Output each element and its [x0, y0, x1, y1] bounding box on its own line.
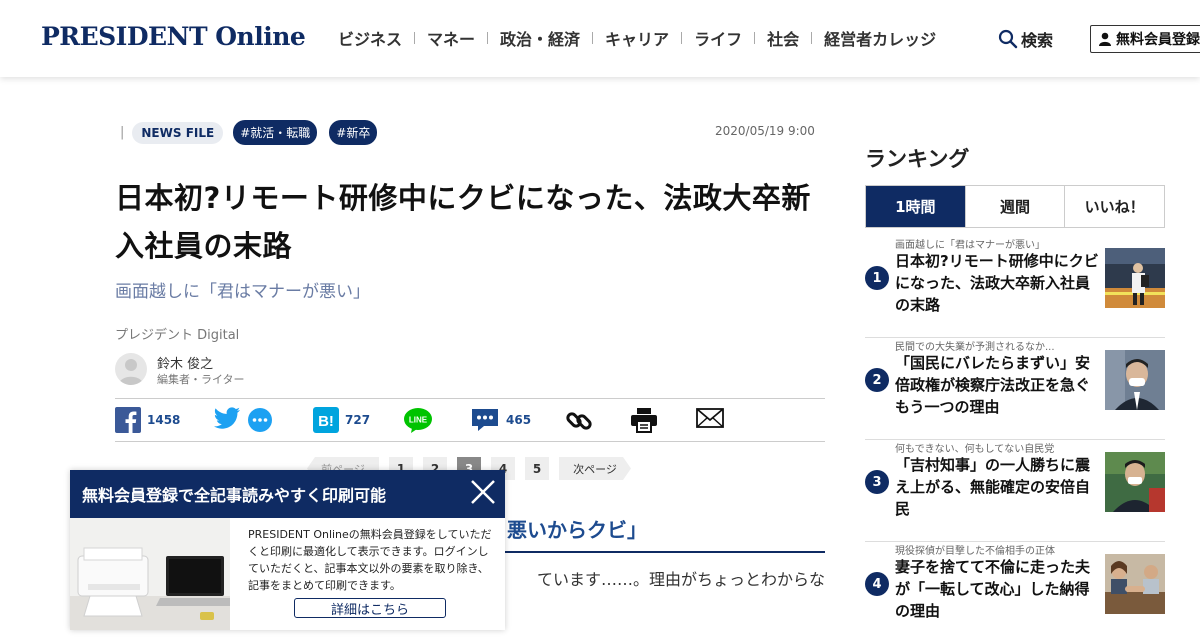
nav-item-executive-college[interactable]: 経営者カレッジ — [824, 26, 936, 50]
line-share[interactable]: LINE — [403, 407, 433, 433]
tab-1-hour[interactable]: 1時間 — [866, 186, 965, 227]
search-button[interactable]: 検索 — [998, 27, 1053, 51]
publish-date: 2020/05/19 9:00 — [715, 124, 815, 138]
copy-link-button[interactable] — [565, 407, 593, 435]
article-title: 日本初?リモート研修中にクビになった、法政大卒新入社員の末路 — [115, 181, 811, 263]
ranking-title: ランキング — [865, 147, 970, 171]
author-avatar[interactable] — [115, 353, 147, 385]
ranking-thumbnail[interactable] — [1105, 452, 1165, 512]
popup-description: PRESIDENT Onlineの無料会員登録をしていただくと印刷に最適化して表… — [248, 528, 492, 592]
ranking-item[interactable]: 画面越しに「君はマナーが悪い」 1 日本初?リモート研修中にクビになった、法政大… — [865, 236, 1165, 338]
rank-number: 1 — [865, 266, 889, 290]
couple-arm-wrestling-photo — [1105, 554, 1165, 614]
person-icon — [119, 359, 143, 385]
share-bar: 1458 B! 727 LINE 465 — [115, 398, 825, 442]
printer-laptop-illustration — [70, 518, 230, 630]
member-register-button[interactable]: 無料会員登録 — [1090, 25, 1200, 53]
ranking-thumbnail[interactable] — [1105, 248, 1165, 308]
tag-job-hunting[interactable]: #就活・転職 — [233, 120, 318, 145]
nav-divider — [487, 32, 489, 44]
popup-heading: 無料会員登録で全記事読みやすく印刷可能 — [70, 470, 505, 518]
email-share[interactable] — [696, 407, 724, 429]
nav-divider — [681, 32, 683, 44]
hatena-share[interactable]: B! 727 — [313, 407, 370, 433]
nav-item-politics-economy[interactable]: 政治・経済 — [500, 26, 580, 50]
popup-details-button[interactable]: 詳細はこちら — [294, 598, 446, 618]
link-icon — [566, 412, 592, 430]
ranking-kicker: 画面越しに「君はマナーが悪い」 — [895, 240, 1045, 251]
ranking-headline[interactable]: 「吉村知事」の一人勝ちに震え上がる、無能確定の安倍自民 — [895, 454, 1100, 520]
nav-item-business[interactable]: ビジネス — [338, 26, 402, 50]
politician-mask-photo — [1105, 350, 1165, 410]
publisher-name[interactable]: プレジデント Digital — [115, 324, 239, 343]
comment-count: 465 — [506, 413, 532, 427]
line-icon: LINE — [404, 408, 432, 433]
search-label: 検索 — [1021, 31, 1054, 50]
tab-likes[interactable]: いいね！ — [1064, 186, 1164, 227]
tag-new-graduate[interactable]: #新卒 — [329, 120, 378, 145]
chat-bubble-icon — [248, 408, 272, 432]
ranking-headline[interactable]: 「国民にバレたらまずい」安倍政権が検察庁法改正を急ぐもう一つの理由 — [895, 352, 1100, 418]
search-icon — [998, 29, 1018, 49]
author-role: 編集者・ライター — [157, 373, 245, 386]
global-nav: ビジネス マネー 政治・経済 キャリア ライフ 社会 経営者カレッジ — [338, 26, 936, 50]
rank-number: 3 — [865, 470, 889, 494]
mail-icon — [696, 408, 724, 428]
printer-laptop-image — [70, 518, 230, 630]
ranking-thumbnail[interactable] — [1105, 350, 1165, 410]
nav-item-society[interactable]: 社会 — [767, 26, 799, 50]
station-commuter-photo — [1105, 248, 1165, 308]
ranking-item[interactable]: 現役探偵が目撃した不倫相手の正体 4 妻子を捨てて不倫に走った夫が「一転して改心… — [865, 542, 1165, 644]
article-subtitle: 画面越しに「君はマナーが悪い」 — [115, 282, 370, 302]
ranking-headline[interactable]: 妻子を捨てて不倫に走った夫が「一転して改心」した納得の理由 — [895, 556, 1100, 622]
ranking-tabs: 1時間 週間 いいね！ — [865, 185, 1165, 228]
user-icon — [1099, 32, 1111, 46]
nav-divider — [811, 32, 813, 44]
comment-icon — [472, 409, 498, 431]
printer-icon — [631, 408, 657, 433]
close-icon — [471, 480, 495, 504]
tab-weekly[interactable]: 週間 — [964, 186, 1065, 227]
ranking-kicker: 民間での大失業が予測されるなか... — [895, 342, 1055, 353]
hatena-bookmark-icon: B! — [313, 407, 339, 433]
popup-close-button[interactable] — [469, 478, 497, 506]
governor-photo — [1105, 452, 1165, 512]
nav-divider — [592, 32, 594, 44]
nav-item-life[interactable]: ライフ — [694, 26, 742, 50]
comment-share[interactable] — [246, 407, 274, 433]
nav-divider — [414, 32, 416, 44]
comments-link[interactable]: 465 — [470, 407, 531, 433]
author-name[interactable]: 鈴木 俊之 — [157, 353, 213, 372]
rank-number: 4 — [865, 572, 889, 596]
rank-number: 2 — [865, 368, 889, 392]
ranking-headline[interactable]: 日本初?リモート研修中にクビになった、法政大卒新入社員の末路 — [895, 250, 1100, 316]
ranking-kicker: 現役探偵が目撃した不倫相手の正体 — [895, 546, 1055, 557]
hatena-count: 727 — [345, 413, 371, 427]
facebook-count: 1458 — [147, 413, 181, 427]
article-tags: | NEWS FILE #就活・転職 #新卒 — [120, 120, 389, 145]
facebook-share[interactable]: 1458 — [115, 407, 180, 433]
ranking-thumbnail[interactable] — [1105, 554, 1165, 614]
site-logo[interactable]: PRESIDENT Online — [41, 22, 306, 51]
svg-text:B!: B! — [318, 413, 334, 430]
section-heading-text: 悪いからクビ」 — [507, 518, 647, 542]
category-badge[interactable]: NEWS FILE — [132, 121, 224, 144]
member-register-label: 無料会員登録 — [1116, 32, 1200, 48]
twitter-icon — [213, 407, 240, 429]
ranking-item[interactable]: 何もできない、何もしてない自民党 3 「吉村知事」の一人勝ちに震え上がる、無能確… — [865, 440, 1165, 542]
next-page-button[interactable]: 次ページ — [559, 457, 631, 480]
print-promo-popup: 無料会員登録で全記事読みやすく印刷可能 PRESIDENT Onlineの無料会… — [70, 470, 505, 630]
facebook-icon — [115, 407, 141, 433]
svg-text:LINE: LINE — [409, 416, 428, 425]
ranking-kicker: 何もできない、何もしてない自民党 — [895, 444, 1055, 455]
nav-item-money[interactable]: マネー — [427, 26, 475, 50]
ranking-item[interactable]: 民間での大失業が予測されるなか... 2 「国民にバレたらまずい」安倍政権が検察… — [865, 338, 1165, 440]
site-header: PRESIDENT Online ビジネス マネー 政治・経済 キャリア ライフ… — [0, 0, 1200, 77]
nav-divider — [754, 32, 756, 44]
print-button[interactable] — [630, 407, 658, 433]
nav-item-career[interactable]: キャリア — [605, 26, 669, 50]
tag-divider: | — [120, 125, 125, 140]
page-5-button[interactable]: 5 — [525, 457, 549, 480]
twitter-share[interactable] — [213, 407, 241, 431]
